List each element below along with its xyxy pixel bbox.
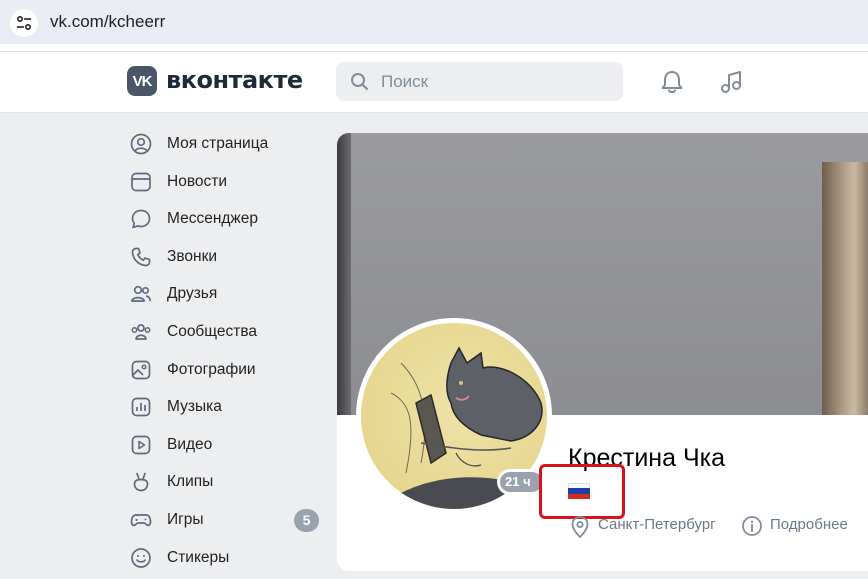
sidebar-item-friends[interactable]: Друзья	[120, 275, 330, 313]
sidebar-item-label: Друзья	[167, 285, 218, 303]
sidebar-item-label: Музыка	[167, 398, 222, 416]
clips-icon	[133, 472, 149, 492]
sidebar-item-music[interactable]: Музыка	[120, 388, 330, 426]
sidebar-item-label: Фотографии	[167, 360, 256, 378]
games-count-badge: 5	[294, 508, 319, 532]
url-text[interactable]: vk.com/kcheerr	[50, 12, 165, 32]
profile-city: Санкт-Петербург	[598, 516, 716, 533]
cover-shadow	[337, 133, 351, 415]
sidebar-item-news[interactable]: Новости	[120, 163, 330, 201]
sidebar-item-label: Клипы	[167, 473, 214, 491]
smile-icon	[131, 547, 151, 568]
sidebar-item-messenger[interactable]: Мессенджер	[120, 200, 330, 238]
annotation-highlight-box	[539, 464, 625, 519]
search-placeholder: Поиск	[381, 72, 429, 91]
sidebar-item-label: Моя страница	[167, 135, 269, 152]
sidebar-item-label: Игры	[167, 510, 204, 528]
profile-details-link[interactable]: Подробнее	[770, 516, 848, 533]
message-bubble-icon	[131, 209, 151, 229]
sidebar-item-label: Мессенджер	[167, 210, 259, 228]
search-input[interactable]: Поиск	[336, 62, 623, 101]
browser-toolbar: vk.com/kcheerr	[0, 0, 868, 52]
left-sidebar: Моя страница Новости Мессенджер Звонки Д…	[120, 125, 330, 576]
vk-logo-glyph: VK	[132, 72, 153, 90]
vk-logo-icon[interactable]: VK	[127, 66, 157, 96]
gamepad-icon	[130, 514, 152, 527]
friends-icon	[130, 286, 152, 303]
video-icon	[131, 435, 151, 455]
sidebar-item-games[interactable]: Игры 5	[120, 501, 330, 539]
last-seen-badge: 21 ч	[500, 472, 542, 492]
info-icon[interactable]	[741, 515, 763, 537]
site-header: VK вконтакте Поиск	[0, 52, 868, 113]
sidebar-item-photos[interactable]: Фотографии	[120, 351, 330, 389]
bell-icon[interactable]	[658, 68, 686, 96]
news-icon	[131, 172, 151, 191]
search-icon	[351, 73, 368, 90]
sidebar-item-label: Стикеры	[167, 548, 230, 566]
phone-icon	[131, 247, 151, 267]
sidebar-item-label: Звонки	[167, 247, 218, 265]
vk-logo-text[interactable]: вконтакте	[166, 66, 303, 94]
music-icon[interactable]	[718, 68, 746, 96]
sidebar-item-communities[interactable]: Сообщества	[120, 313, 330, 351]
site-settings-icon[interactable]	[10, 9, 38, 37]
sidebar-item-label: Видео	[167, 435, 213, 453]
sidebar-item-label: Новости	[167, 172, 228, 190]
cover-curtain-detail	[822, 162, 868, 415]
photo-icon	[131, 360, 151, 379]
sidebar-item-stickers[interactable]: Стикеры	[120, 539, 330, 577]
user-circle-icon	[130, 133, 152, 155]
sidebar-item-my-page[interactable]: Моя страница	[120, 125, 330, 163]
sidebar-item-label: Сообщества	[167, 322, 258, 340]
sidebar-item-video[interactable]: Видео	[120, 426, 330, 464]
sidebar-item-calls[interactable]: Звонки	[120, 238, 330, 276]
sidebar-item-clips[interactable]: Клипы	[120, 463, 330, 501]
location-pin-icon	[571, 516, 589, 539]
music-chart-icon	[131, 397, 151, 417]
communities-icon	[131, 324, 151, 340]
address-bar[interactable]: vk.com/kcheerr	[0, 0, 868, 44]
